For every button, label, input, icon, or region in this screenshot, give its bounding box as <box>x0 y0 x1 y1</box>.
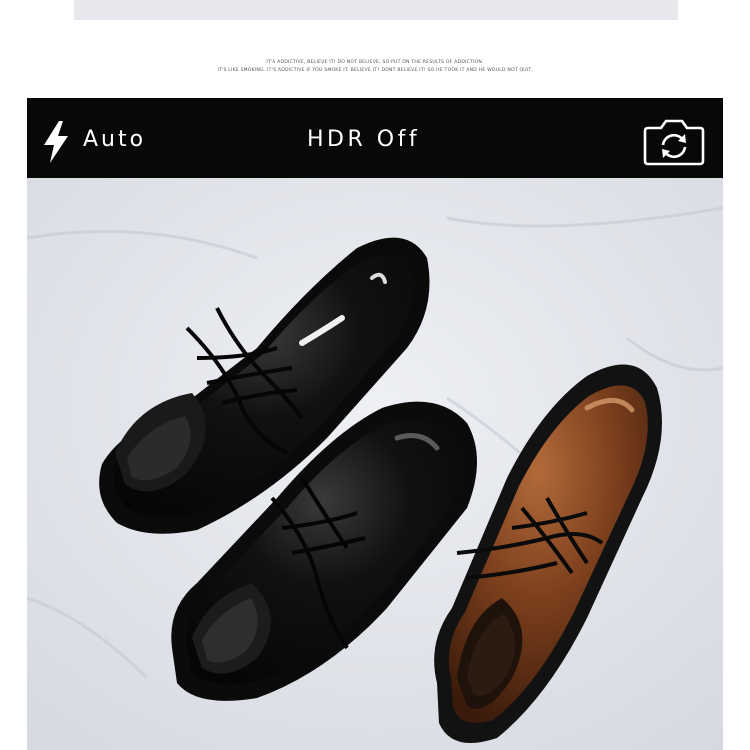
tagline-line-2: IT'S LIKE SMOKING. IT'S ADDICTIVE IF YOU… <box>217 68 533 73</box>
switch-camera-icon[interactable] <box>642 117 706 167</box>
flash-icon[interactable] <box>41 120 71 164</box>
camera-top-bar: Auto HDR Off <box>27 98 723 178</box>
product-photo <box>27 178 723 750</box>
tagline-line-1: IT'S ADDICTIVE, BELIEVE IT! DO NOT BELIE… <box>266 60 484 65</box>
flash-mode-label[interactable]: Auto <box>83 127 146 152</box>
top-image-strip <box>74 0 678 20</box>
hdr-status-label[interactable]: HDR Off <box>307 127 420 152</box>
